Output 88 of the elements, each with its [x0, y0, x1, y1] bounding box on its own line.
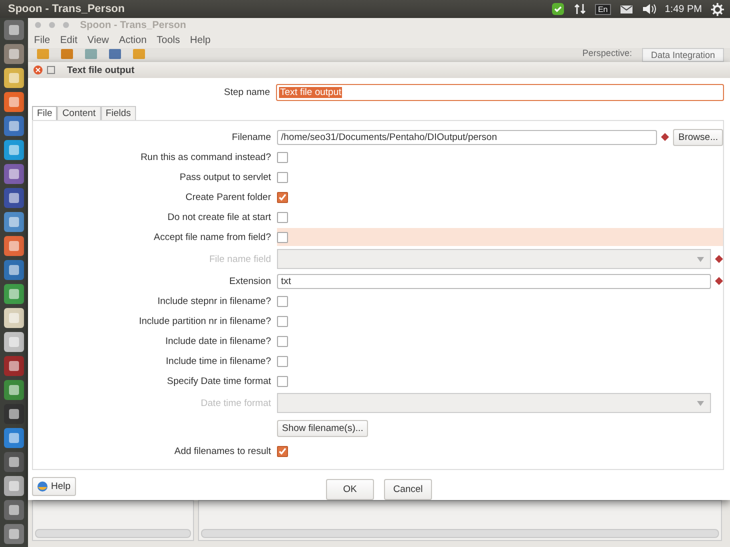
- window-controls-icon: [34, 21, 72, 29]
- app-icon[interactable]: [3, 259, 25, 281]
- app-icon[interactable]: [3, 187, 25, 209]
- settings-icon[interactable]: [711, 2, 724, 16]
- checkbox[interactable]: [277, 296, 288, 306]
- scrollbar[interactable]: [35, 529, 191, 538]
- app-icon[interactable]: [3, 307, 25, 329]
- show-filenames-button[interactable]: Show filename(s)...: [277, 420, 368, 436]
- tab[interactable]: File: [32, 106, 58, 120]
- field-label: Step name: [223, 87, 270, 98]
- checkbox[interactable]: [277, 316, 288, 326]
- field-label: Include time in filename?: [164, 356, 271, 366]
- menu-item[interactable]: Tools: [156, 34, 180, 46]
- field-label: Create Parent folder: [184, 192, 271, 202]
- field-label: Extension: [228, 276, 271, 286]
- app-icon[interactable]: [3, 91, 25, 113]
- browse-button[interactable]: Browse...: [673, 128, 723, 146]
- help-icon: [37, 481, 48, 492]
- app-icon[interactable]: [3, 43, 25, 65]
- app-icon[interactable]: [3, 427, 25, 449]
- toolbar-icon[interactable]: [60, 48, 74, 60]
- dropdown-arrow-icon: [697, 256, 704, 262]
- volume-icon[interactable]: [642, 3, 656, 15]
- dropdown-arrow-icon: [697, 400, 704, 406]
- checkbox[interactable]: [277, 152, 288, 162]
- field-label: Add filenames to result: [173, 446, 271, 456]
- field-label: Filename: [230, 132, 271, 142]
- field-label: Do not create file at start: [166, 212, 271, 222]
- app-icon[interactable]: [3, 379, 25, 401]
- app-icon[interactable]: [3, 331, 25, 353]
- input-field[interactable]: /home/seo31/Documents/Pentaho/DIOutput/person: [277, 130, 658, 144]
- dialog-button[interactable]: Cancel: [384, 479, 432, 500]
- field-label: Date time format: [200, 398, 271, 408]
- app-icon[interactable]: [3, 67, 25, 89]
- menu-item[interactable]: Action: [118, 34, 147, 46]
- scrollbar[interactable]: [201, 529, 719, 538]
- app-icon[interactable]: [3, 355, 25, 377]
- close-icon[interactable]: [33, 65, 43, 75]
- app-icon[interactable]: [3, 115, 25, 137]
- clock[interactable]: 1:49 PM: [664, 4, 702, 14]
- checkbox[interactable]: [277, 336, 288, 346]
- dialog-button[interactable]: OK: [326, 479, 374, 500]
- app-icon[interactable]: [3, 163, 25, 185]
- field-label: Pass output to servlet: [178, 172, 271, 182]
- app-icon[interactable]: [3, 19, 25, 41]
- app-icon[interactable]: [3, 235, 25, 257]
- app-icon[interactable]: [3, 451, 25, 473]
- restore-icon[interactable]: [47, 66, 55, 74]
- tab[interactable]: Fields: [100, 106, 136, 120]
- window-title: Spoon - Trans_Person: [8, 3, 125, 15]
- tab[interactable]: Content: [57, 106, 101, 120]
- toolbar-icon[interactable]: [108, 48, 122, 60]
- checkbox[interactable]: [277, 376, 288, 386]
- dialog-title: Text file output: [67, 64, 134, 76]
- app-icon[interactable]: [3, 403, 25, 425]
- checkbox[interactable]: [277, 212, 288, 222]
- perspective-label: Perspective:: [582, 48, 632, 58]
- field-label: Specify Date time format: [166, 376, 271, 386]
- transfer-arrows-icon[interactable]: [574, 3, 586, 15]
- field-label: Run this as command instead?: [140, 152, 271, 162]
- checkbox[interactable]: [277, 192, 288, 202]
- help-button[interactable]: Help: [32, 477, 76, 496]
- field-label: Include partition nr in filename?: [138, 316, 271, 326]
- field-label: Include date in filename?: [164, 336, 271, 346]
- app-icon[interactable]: [3, 475, 25, 497]
- checkbox[interactable]: [277, 232, 288, 242]
- app-icon[interactable]: [3, 523, 25, 545]
- menu-item[interactable]: Help: [190, 34, 211, 46]
- shield-check-icon[interactable]: [550, 2, 565, 16]
- field-label: Accept file name from field?: [152, 232, 271, 242]
- checkbox[interactable]: [277, 172, 288, 182]
- envelope-icon[interactable]: [620, 4, 633, 14]
- menu-item[interactable]: View: [87, 34, 109, 46]
- checkbox[interactable]: [277, 356, 288, 366]
- app-icon[interactable]: [3, 211, 25, 233]
- app-icon[interactable]: [3, 283, 25, 305]
- checkbox[interactable]: [277, 446, 288, 456]
- menu-item[interactable]: File: [34, 34, 50, 46]
- input-field[interactable]: txt: [277, 274, 711, 288]
- selected-text: Text file output: [279, 87, 342, 98]
- app-icon[interactable]: [3, 139, 25, 161]
- app-icon[interactable]: [3, 499, 25, 521]
- app-title: Spoon - Trans_Person: [80, 20, 186, 30]
- perspective-button[interactable]: Data Integration: [642, 48, 724, 62]
- menu-item[interactable]: Edit: [60, 34, 78, 46]
- field-label: File name field: [208, 254, 271, 264]
- keyboard-indicator[interactable]: En: [594, 4, 611, 14]
- field-label: Include stepnr in filename?: [156, 296, 271, 306]
